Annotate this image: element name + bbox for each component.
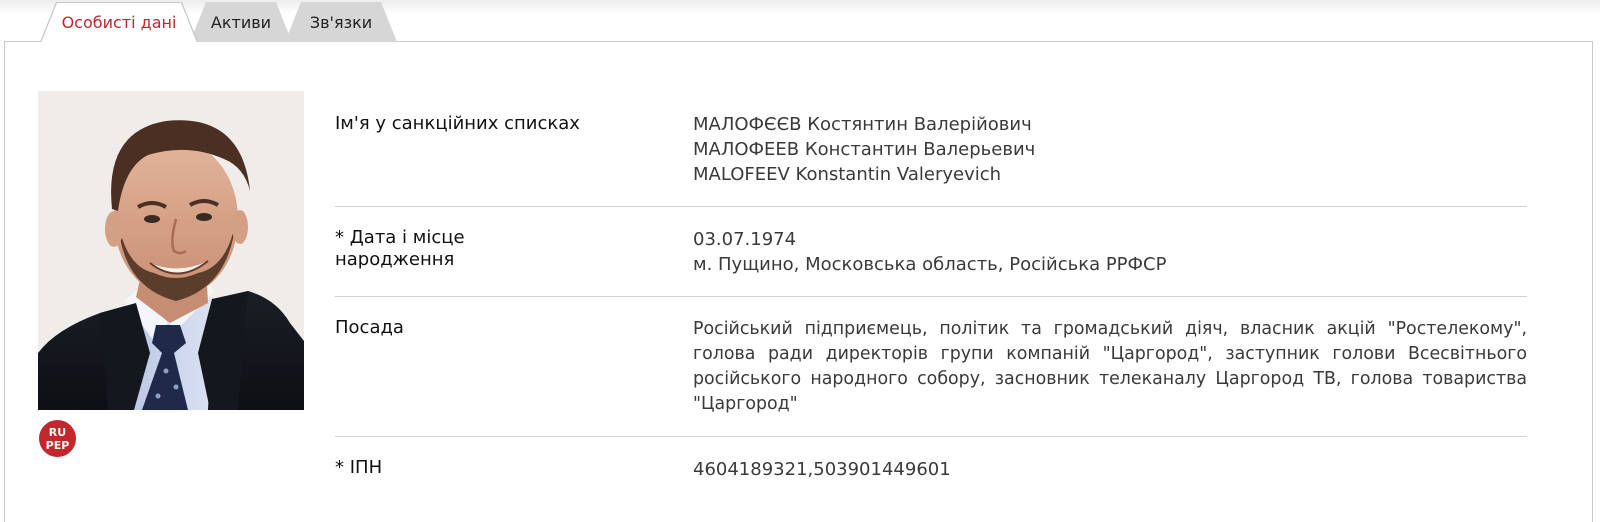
field-row-position: Посада Російський підприємець, політик т… — [335, 297, 1527, 437]
portrait-illustration — [38, 91, 304, 410]
field-value: Російський підприємець, політик та грома… — [693, 297, 1527, 436]
birth-place: м. Пущино, Московська область, Російська… — [693, 254, 1167, 275]
name-russian: МАЛОФЕЕВ Константин Валерьевич — [693, 139, 1036, 160]
name-latin: MALOFEEV Konstantin Valeryevich — [693, 164, 1002, 185]
ru-pep-badge: RU PEP — [39, 420, 76, 457]
field-value: 03.07.1974 м. Пущино, Московська область… — [693, 207, 1527, 296]
tab-label: Активи — [210, 13, 272, 32]
name-ukrainian: МАЛОФЄЄВ Костянтин Валерійович — [693, 114, 1032, 135]
tab-assets[interactable]: Активи — [190, 2, 292, 42]
field-label-line: народження — [335, 249, 455, 270]
field-label: Посада — [335, 317, 404, 338]
field-label: * Дата і місце народження — [335, 207, 693, 296]
personal-data-table: Ім'я у санкційних списках МАЛОФЄЄВ Костя… — [335, 102, 1527, 497]
field-value: МАЛОФЄЄВ Костянтин Валерійович МАЛОФЕЕВ … — [693, 102, 1527, 206]
tab-label: Особисті дані — [61, 13, 177, 32]
field-row-sanctions-name: Ім'я у санкційних списках МАЛОФЄЄВ Костя… — [335, 102, 1527, 207]
tab-label: Зв'язки — [309, 13, 373, 32]
field-row-tax-id: * ІПН 4604189321,503901449601 — [335, 437, 1527, 497]
badge-type: PEP — [45, 438, 70, 452]
tab-connections[interactable]: Зв'язки — [285, 2, 397, 42]
tax-id-value: 4604189321,503901449601 — [693, 459, 951, 480]
badge-country: RU — [48, 425, 67, 439]
position-text: Російський підприємець, політик та грома… — [693, 319, 1527, 414]
birth-date: 03.07.1974 — [693, 229, 797, 250]
field-row-birth: * Дата і місце народження 03.07.1974 м. … — [335, 207, 1527, 297]
tab-personal-data[interactable]: Особисті дані — [40, 2, 198, 42]
field-value: 4604189321,503901449601 — [693, 437, 1527, 497]
field-label-line: * Дата і місце — [335, 227, 465, 248]
personal-data-panel: RU PEP Ім'я у санкційних списках МАЛОФЄЄ… — [4, 41, 1593, 522]
profile-photo — [38, 91, 304, 410]
field-label: * ІПН — [335, 457, 383, 478]
field-label: Ім'я у санкційних списках — [335, 113, 580, 134]
